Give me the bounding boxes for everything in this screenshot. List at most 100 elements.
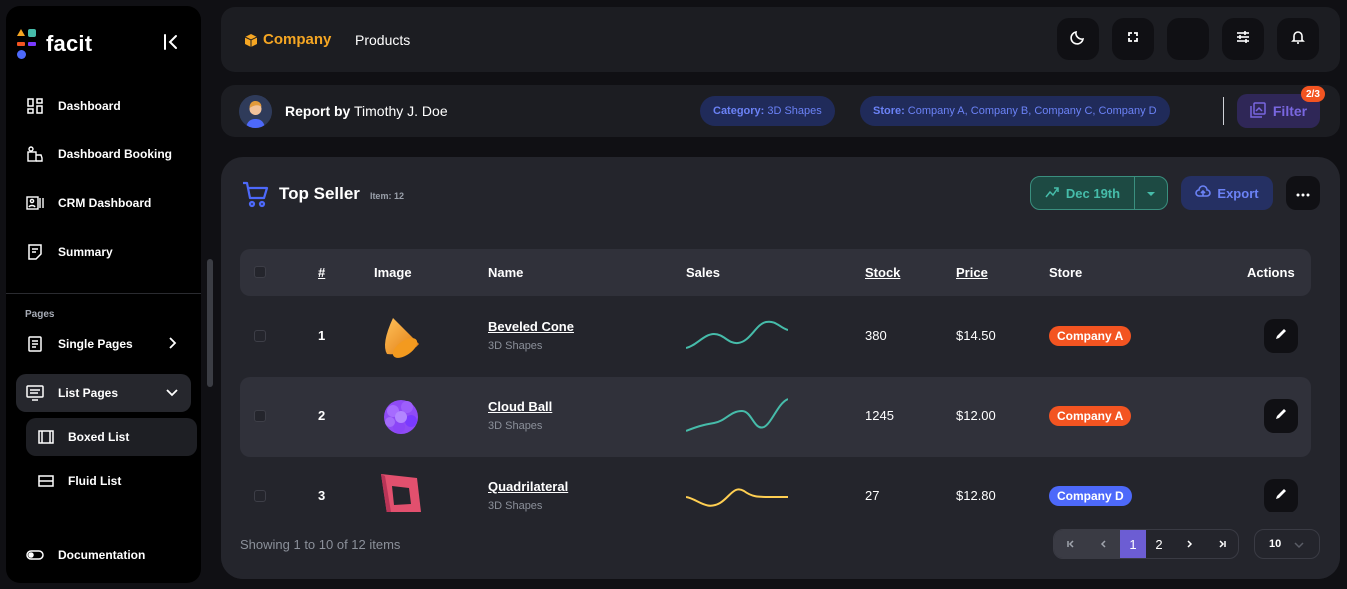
sidebar-item-list-pages[interactable]: List Pages — [16, 374, 191, 412]
first-page-button[interactable] — [1054, 530, 1087, 558]
chip-key: Category: — [713, 105, 765, 117]
sidebar-item-summary[interactable]: Summary — [16, 233, 191, 271]
language-button[interactable] — [1167, 18, 1209, 60]
date-button[interactable]: Dec 19th — [1031, 177, 1135, 209]
collapse-sidebar-icon[interactable] — [162, 32, 182, 52]
more-horizontal-icon — [1296, 184, 1310, 202]
pencil-icon — [1274, 407, 1288, 426]
brand-logo[interactable]: facit — [16, 26, 92, 62]
category-filter-chip[interactable]: Category: 3D Shapes — [700, 96, 835, 126]
product-name-link[interactable]: Quadrilateral — [488, 479, 568, 494]
chevron-left-icon — [1099, 537, 1109, 552]
cloud-upload-icon — [1195, 184, 1217, 203]
sidebar-item-dashboard[interactable]: Dashboard — [16, 87, 191, 125]
page-button[interactable]: 2 — [1146, 530, 1172, 558]
column-header-price[interactable]: Price — [956, 265, 988, 280]
next-page-button[interactable] — [1172, 530, 1205, 558]
fullscreen-button[interactable] — [1112, 18, 1154, 60]
sidebar-item-label: CRM Dashboard — [58, 196, 152, 210]
quadrilateral-image — [381, 474, 421, 514]
product-name-link[interactable]: Cloud Ball — [488, 399, 552, 414]
brand-name: facit — [46, 31, 93, 56]
date-dropdown-toggle[interactable] — [1135, 177, 1167, 209]
store-badge: Company D — [1049, 486, 1132, 506]
column-header-id[interactable]: # — [318, 265, 325, 280]
last-page-button[interactable] — [1205, 530, 1238, 558]
sidebar-item-crm-dashboard[interactable]: CRM Dashboard — [16, 184, 191, 222]
fullscreen-icon — [1124, 28, 1142, 51]
notifications-button[interactable] — [1277, 18, 1319, 60]
list-pages-icon — [26, 384, 44, 402]
dark-mode-button[interactable] — [1057, 18, 1099, 60]
sidebar-item-label: Dashboard — [58, 99, 121, 113]
sales-sparkline — [686, 398, 788, 432]
sidebar-item-dashboard-booking[interactable]: Dashboard Booking — [16, 135, 191, 173]
report-author: Timothy J. Doe — [353, 103, 448, 119]
edit-button[interactable] — [1264, 479, 1298, 513]
chevrons-left-icon — [1066, 537, 1076, 552]
product-name-link[interactable]: Beveled Cone — [488, 319, 574, 334]
table-row: 1 Beveled Cone 3D Shapes 380 $14.50 Comp… — [240, 296, 1311, 376]
vertical-divider — [1223, 97, 1224, 125]
sidebar-subitem-fluid-list[interactable]: Fluid List — [26, 462, 197, 500]
row-checkbox[interactable] — [254, 330, 266, 342]
boxed-list-icon — [38, 429, 54, 445]
price-value: $12.80 — [956, 488, 996, 503]
edit-button[interactable] — [1264, 399, 1298, 433]
moon-icon — [1069, 28, 1087, 51]
edit-button[interactable] — [1264, 319, 1298, 353]
facit-logo-icon — [16, 28, 38, 60]
sidebar-item-single-pages[interactable]: Single Pages — [16, 325, 191, 363]
chevrons-right-icon — [1217, 537, 1227, 552]
sidebar-subitem-boxed-list[interactable]: Boxed List — [26, 418, 197, 456]
chip-value: Company A, Company B, Company C, Company… — [907, 105, 1157, 117]
sidebar-item-label: Documentation — [58, 548, 146, 562]
export-label: Export — [1217, 185, 1259, 201]
row-id: 3 — [318, 488, 326, 503]
pagination: 1 2 — [1053, 529, 1239, 559]
sidebar-item-label: Fluid List — [68, 474, 122, 488]
export-button[interactable]: Export — [1181, 176, 1273, 210]
sales-sparkline — [686, 320, 788, 349]
sliders-icon — [1234, 28, 1252, 51]
sidebar-item-label: Boxed List — [68, 430, 130, 444]
settings-button[interactable] — [1222, 18, 1264, 60]
subheader: Report by Timothy J. Doe Category: 3D Sh… — [221, 85, 1340, 137]
trend-icon — [1045, 185, 1066, 202]
showing-text: Showing 1 to 10 of 12 items — [240, 537, 401, 552]
more-options-button[interactable] — [1286, 176, 1320, 210]
filter-count-badge: 2/3 — [1301, 86, 1325, 102]
sidebar-item-label: Summary — [58, 245, 113, 259]
sidebar-scrollbar[interactable] — [207, 259, 213, 387]
stock-value: 1245 — [865, 408, 894, 423]
card-title: Top Seller Item: 12 — [241, 179, 404, 209]
page-button-current[interactable]: 1 — [1120, 530, 1146, 558]
row-id: 2 — [318, 408, 326, 423]
date-label: Dec 19th — [1065, 185, 1121, 201]
breadcrumb-products[interactable]: Products — [355, 32, 410, 48]
row-checkbox[interactable] — [254, 490, 266, 502]
sidebar-item-documentation[interactable]: Documentation — [16, 536, 191, 574]
sidebar-item-label: Single Pages — [58, 337, 133, 351]
date-range-group: Dec 19th — [1030, 176, 1168, 210]
card-title-text: Top Seller — [279, 184, 360, 203]
row-checkbox[interactable] — [254, 410, 266, 422]
sales-sparkline — [686, 488, 788, 507]
select-all-checkbox[interactable] — [254, 266, 266, 278]
avatar[interactable] — [239, 95, 272, 128]
store-filter-chip[interactable]: Store: Company A, Company B, Company C, … — [860, 96, 1170, 126]
header: Company Products — [221, 7, 1340, 72]
pencil-icon — [1274, 327, 1288, 346]
sidebar-item-label: Dashboard Booking — [58, 147, 173, 161]
column-header-sales: Sales — [686, 265, 720, 280]
product-category: 3D Shapes — [488, 420, 543, 432]
prev-page-button[interactable] — [1087, 530, 1120, 558]
top-seller-card: Top Seller Item: 12 Dec 19th Export # Im… — [221, 157, 1340, 579]
sidebar-divider — [6, 293, 201, 294]
breadcrumb-company[interactable]: Company — [243, 31, 331, 48]
caret-down-icon — [1146, 184, 1156, 202]
per-page-select[interactable]: 10 — [1254, 529, 1320, 559]
report-by: Report by Timothy J. Doe — [285, 103, 448, 119]
column-header-stock[interactable]: Stock — [865, 265, 900, 280]
stock-value: 27 — [865, 488, 880, 503]
